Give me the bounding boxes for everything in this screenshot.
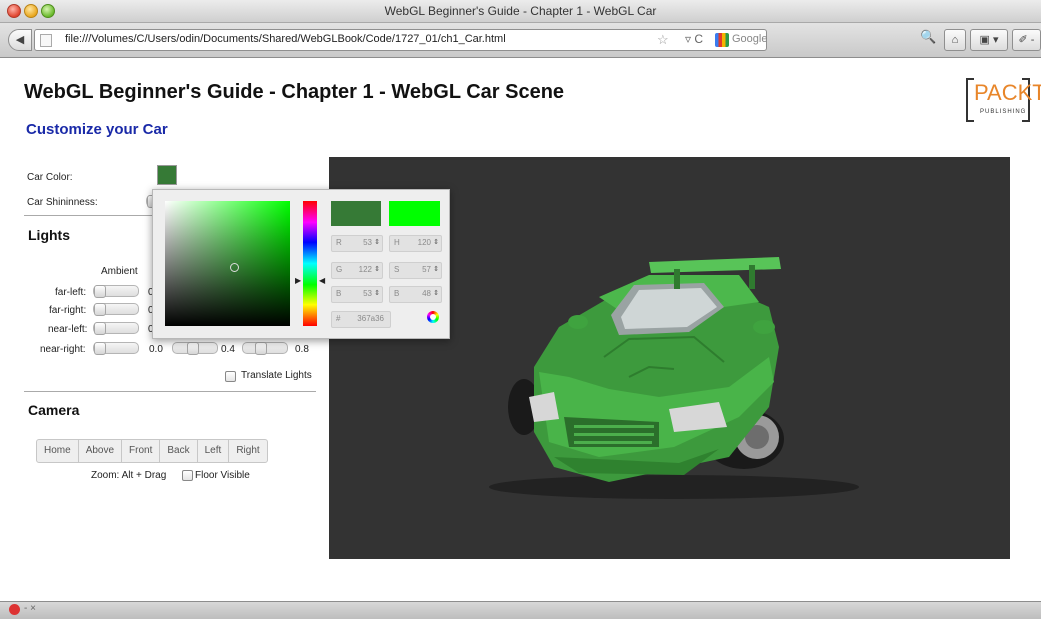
page-subtitle: Customize your Car: [26, 121, 168, 138]
floor-visible-checkbox[interactable]: [182, 470, 193, 481]
car-shininess-label: Car Shininness:: [27, 197, 98, 208]
hue-field[interactable]: H 120 ⇕: [389, 235, 442, 252]
url-text[interactable]: file:///Volumes/C/Users/odin/Documents/S…: [65, 33, 506, 45]
near-right-value-1: 0.0: [149, 344, 163, 355]
near-left-slider[interactable]: [93, 322, 139, 335]
near-right-slider-3[interactable]: [242, 342, 288, 355]
status-bar: [0, 601, 1041, 619]
floor-visible-label: Floor Visible: [195, 470, 250, 481]
camera-left-button[interactable]: Left: [198, 440, 230, 462]
near-right-value-3: 0.8: [295, 344, 309, 355]
red-field[interactable]: R 53 ⇕: [331, 235, 383, 252]
far-right-slider[interactable]: [93, 303, 139, 316]
far-left-slider[interactable]: [93, 285, 139, 298]
status-text: - ×: [24, 603, 36, 614]
google-search-engine-icon[interactable]: [715, 33, 729, 47]
hex-field[interactable]: #367a36: [331, 311, 391, 328]
packt-logo: PACKT PUBLISHING: [966, 78, 1041, 122]
color-picker-popup: ▶ ◀ R 53 ⇕ H 120 ⇕ G 122 ⇕ S 57 ⇕ B 53 ⇕ B 48 ⇕ #367…: [152, 189, 450, 339]
hue-slider[interactable]: [303, 201, 317, 326]
near-right-label: near-right:: [40, 344, 86, 355]
camera-right-button[interactable]: Right: [229, 440, 266, 462]
saturation-value-area[interactable]: [165, 201, 290, 326]
new-color-swatch: [331, 201, 381, 226]
near-right-value-2: 0.4: [221, 344, 235, 355]
near-right-slider-1[interactable]: [93, 342, 139, 355]
logo-word: PACKT: [974, 80, 1041, 105]
hue-arrow-left-icon[interactable]: ▶: [295, 276, 301, 285]
home-button[interactable]: ⌂: [944, 29, 966, 51]
camera-button-group: Home Above Front Back Left Right: [36, 439, 268, 463]
camera-heading: Camera: [28, 402, 80, 418]
zoom-hint: Zoom: Alt + Drag: [91, 470, 167, 481]
bookmarks-button[interactable]: ▣ ▾: [970, 29, 1008, 51]
far-right-label: far-right:: [49, 305, 87, 316]
search-icon[interactable]: 🔍: [920, 29, 936, 45]
window-titlebar: WebGL Beginner's Guide - Chapter 1 - Web…: [0, 0, 1041, 23]
page-favicon-icon: [40, 34, 52, 47]
reload-icon[interactable]: ▿ C: [685, 32, 703, 46]
car-color-label: Car Color:: [27, 172, 73, 183]
extra-toolbar-button[interactable]: ✐ -: [1012, 29, 1041, 51]
back-button[interactable]: ◀: [8, 29, 32, 51]
green-field[interactable]: G 122 ⇕: [331, 262, 383, 279]
logo-subtext: PUBLISHING: [980, 109, 1027, 115]
brightness-field[interactable]: B 48 ⇕: [389, 286, 442, 303]
page-title: WebGL Beginner's Guide - Chapter 1 - Web…: [24, 81, 565, 103]
near-right-slider-2[interactable]: [172, 342, 218, 355]
addon-icon[interactable]: [9, 604, 20, 615]
color-cursor[interactable]: [230, 263, 239, 272]
car-color-swatch[interactable]: [157, 165, 177, 185]
far-left-label: far-left:: [55, 287, 87, 298]
camera-back-button[interactable]: Back: [160, 440, 198, 462]
current-color-swatch[interactable]: [389, 201, 440, 226]
window-title: WebGL Beginner's Guide - Chapter 1 - Web…: [384, 4, 657, 18]
translate-lights-checkbox[interactable]: [225, 371, 236, 382]
camera-home-button[interactable]: Home: [37, 440, 79, 462]
divider: [24, 391, 316, 392]
camera-front-button[interactable]: Front: [122, 440, 161, 462]
browser-toolbar: ◀ file:///Volumes/C/Users/odin/Documents…: [0, 23, 1041, 58]
ambient-label: Ambient: [101, 266, 138, 277]
color-wheel-icon[interactable]: [427, 311, 439, 323]
blue-field[interactable]: B 53 ⇕: [331, 286, 383, 303]
camera-above-button[interactable]: Above: [79, 440, 123, 462]
near-left-label: near-left:: [48, 324, 88, 335]
translate-lights-label: Translate Lights: [241, 370, 312, 381]
saturation-field[interactable]: S 57 ⇕: [389, 262, 442, 279]
address-bar[interactable]: file:///Volumes/C/Users/odin/Documents/S…: [34, 29, 767, 51]
bookmark-star-icon[interactable]: ☆: [657, 32, 669, 48]
lights-heading: Lights: [28, 227, 70, 243]
hue-arrow-right-icon[interactable]: ◀: [319, 276, 325, 285]
search-input[interactable]: Google: [732, 33, 767, 45]
